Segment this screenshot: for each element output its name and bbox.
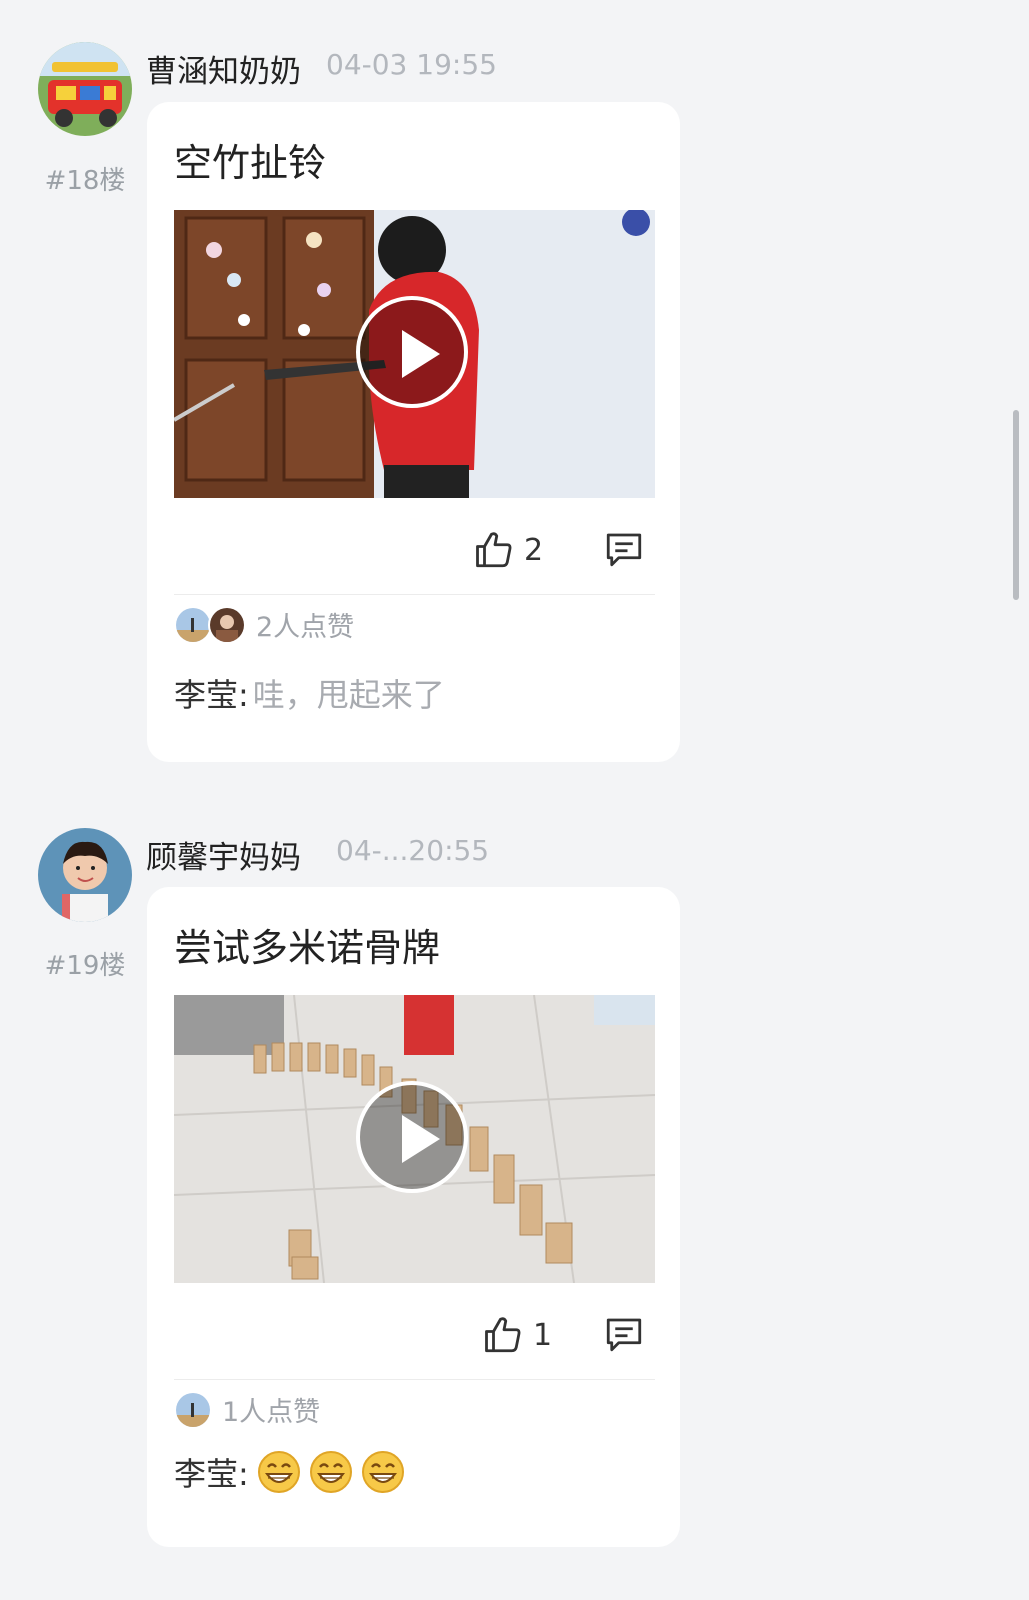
likers-row[interactable]: 1人点赞 [174,1390,320,1429]
scrollbar[interactable] [1013,410,1019,600]
post-card: 尝试多米诺骨牌 1 1人点赞 李莹: [147,887,680,1547]
comment-icon[interactable] [603,1313,645,1355]
author-name: 曹涵知奶奶 [146,54,301,90]
commenter-name: 李莹: [174,676,249,714]
comment-text: 哇，甩起来了 [252,676,445,714]
post-title: 尝试多米诺骨牌 [174,926,441,970]
like-count: 2 [524,532,544,568]
likes-summary: 2人点赞 [256,612,355,643]
likes-summary: 1人点赞 [222,1397,321,1428]
grin-emoji-icon [309,1451,352,1493]
like-button[interactable]: 2 [474,528,543,572]
liker-avatar [208,605,246,644]
post-title: 空竹扯铃 [174,141,327,185]
liker-avatar [174,1390,212,1429]
grin-emoji-icon [361,1451,404,1493]
divider [174,594,655,595]
floor-number: #19楼 [44,951,126,981]
like-button[interactable]: 1 [483,1313,552,1357]
thumbs-up-icon [476,532,512,568]
post-actions: 2 [147,520,680,580]
comment-item[interactable]: 李莹: [174,1449,405,1495]
post-actions: 1 [147,1305,680,1365]
post-card: 空竹扯铃 2 2人点赞 李莹: 哇，甩起来了 [147,102,680,762]
liker-avatar [174,605,212,644]
like-count: 1 [533,1317,553,1353]
grin-emoji-icon [257,1451,300,1493]
video-thumbnail[interactable] [174,995,655,1283]
post-time: 04-...20:55 [336,834,490,867]
play-icon[interactable] [356,1081,468,1193]
floor-number: #18楼 [44,166,126,196]
post-time: 04-03 19:55 [326,48,497,81]
comment-icon[interactable] [603,528,645,570]
comment-item[interactable]: 李莹: 哇，甩起来了 [174,670,445,716]
avatar[interactable] [38,828,132,922]
likers-row[interactable]: 2人点赞 [174,605,354,644]
play-icon[interactable] [356,296,468,408]
video-thumbnail[interactable] [174,210,655,498]
thumbs-up-icon [485,1317,521,1353]
commenter-name: 李莹: [174,1455,249,1493]
author-name: 顾馨宇妈妈 [146,840,301,876]
avatar[interactable] [38,42,132,136]
divider [174,1379,655,1380]
